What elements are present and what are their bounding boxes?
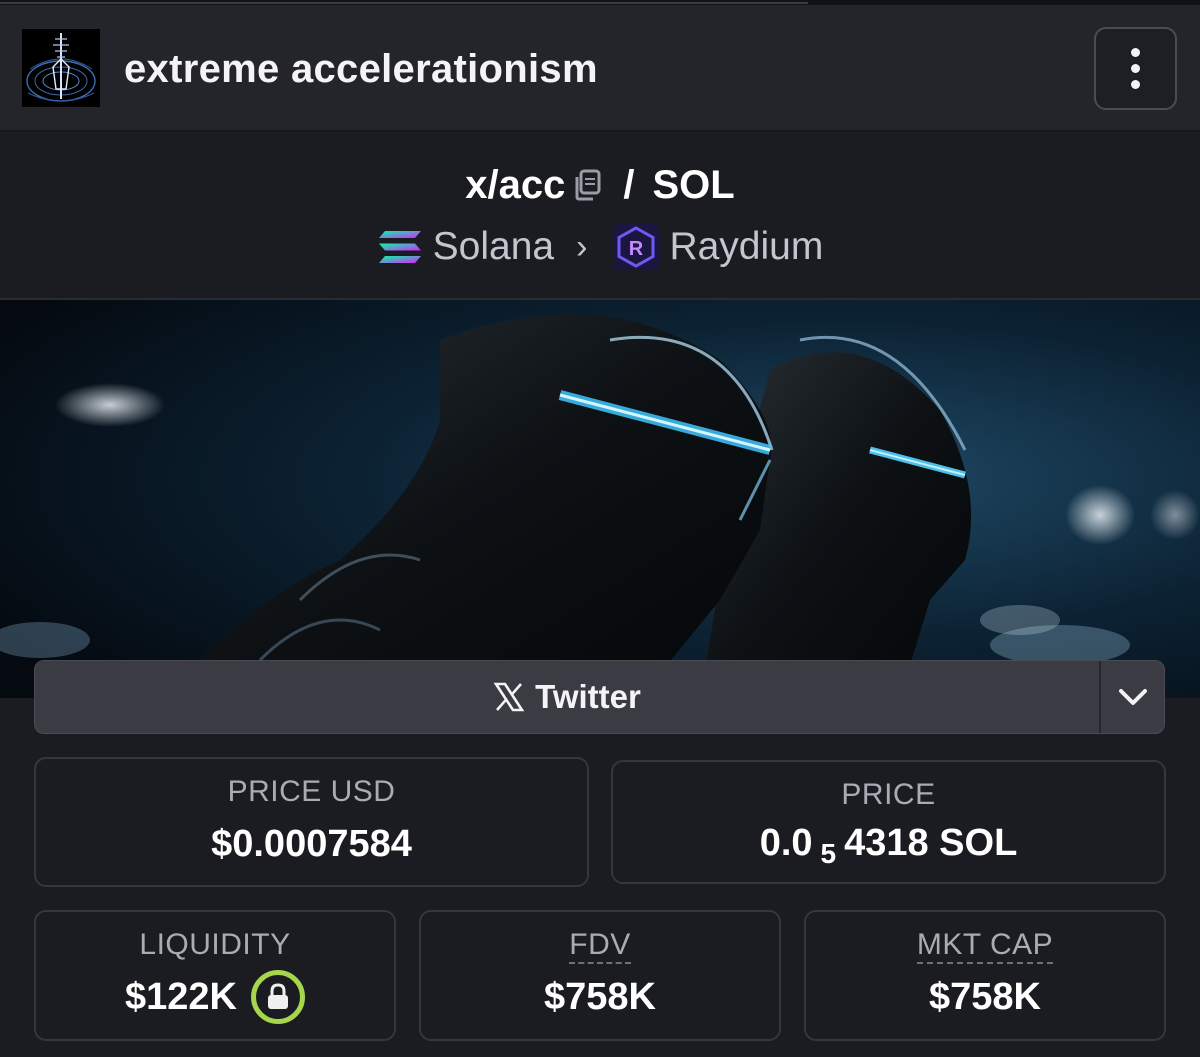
pair-separator: /	[623, 162, 635, 207]
x-logo-icon	[493, 681, 525, 713]
price-value: 0.0 5 4318 SOL	[613, 822, 1164, 869]
fdv-value: $758K	[544, 976, 656, 1018]
chevron-down-icon	[1119, 689, 1147, 705]
token-name: extreme accelerationism	[124, 47, 598, 91]
liquidity-label: LIQUIDITY	[139, 928, 291, 961]
more-vertical-icon	[1131, 48, 1140, 57]
twitter-link-button[interactable]: Twitter	[35, 661, 1099, 733]
mkt-cap-label-wrap: MKT CAP	[806, 928, 1164, 964]
price-usd-label: PRICE USD	[227, 775, 396, 808]
copy-icon[interactable]	[571, 167, 605, 203]
liquidity-value-row: $122K	[36, 970, 394, 1024]
raydium-icon: R	[613, 224, 660, 270]
fdv-label-wrap: FDV	[421, 928, 779, 964]
pair-row: x/acc / SOL	[0, 160, 1200, 210]
liquidity-value: $122K	[125, 975, 237, 1018]
price-usd-value: $0.0007584	[211, 823, 412, 865]
svg-text:R: R	[629, 238, 644, 260]
price-suffix: 4318 SOL	[844, 822, 1018, 864]
chain-row: Solana › R Raydium	[0, 222, 1200, 272]
solana-icon	[377, 227, 423, 267]
more-vertical-icon-dot	[1131, 64, 1140, 73]
social-links-bar: Twitter	[34, 660, 1165, 734]
price-usd-card: PRICE USD $0.0007584	[34, 757, 589, 887]
chevron-right-icon: ›	[576, 227, 588, 266]
quote-token-symbol: SOL	[652, 162, 735, 207]
price-card: PRICE 0.0 5 4318 SOL	[611, 760, 1166, 884]
lock-icon[interactable]	[250, 970, 305, 1024]
price-prefix: 0.0	[759, 822, 813, 864]
base-token-symbol: x/acc	[465, 162, 566, 207]
banner-image	[0, 300, 1200, 698]
mkt-cap-label: MKT CAP	[916, 928, 1054, 964]
more-options-button[interactable]	[1094, 27, 1177, 110]
chain-name[interactable]: Solana	[433, 225, 554, 269]
twitter-label: Twitter	[535, 678, 641, 715]
fdv-card[interactable]: FDV $758K	[419, 910, 781, 1041]
price-zero-count: 5	[820, 837, 837, 869]
token-avatar-icon	[22, 29, 100, 107]
mkt-cap-value: $758K	[929, 976, 1041, 1018]
dex-name[interactable]: Raydium	[669, 225, 823, 269]
pair-section: x/acc / SOL Solana › R Raydium	[0, 134, 1200, 300]
social-expand-button[interactable]	[1101, 661, 1165, 733]
fdv-label: FDV	[569, 928, 631, 964]
mkt-cap-card[interactable]: MKT CAP $758K	[804, 910, 1166, 1041]
liquidity-card: LIQUIDITY $122K	[34, 910, 396, 1041]
more-vertical-icon-dot	[1131, 80, 1140, 89]
price-label: PRICE	[841, 778, 936, 811]
header: extreme accelerationism	[0, 5, 1200, 132]
